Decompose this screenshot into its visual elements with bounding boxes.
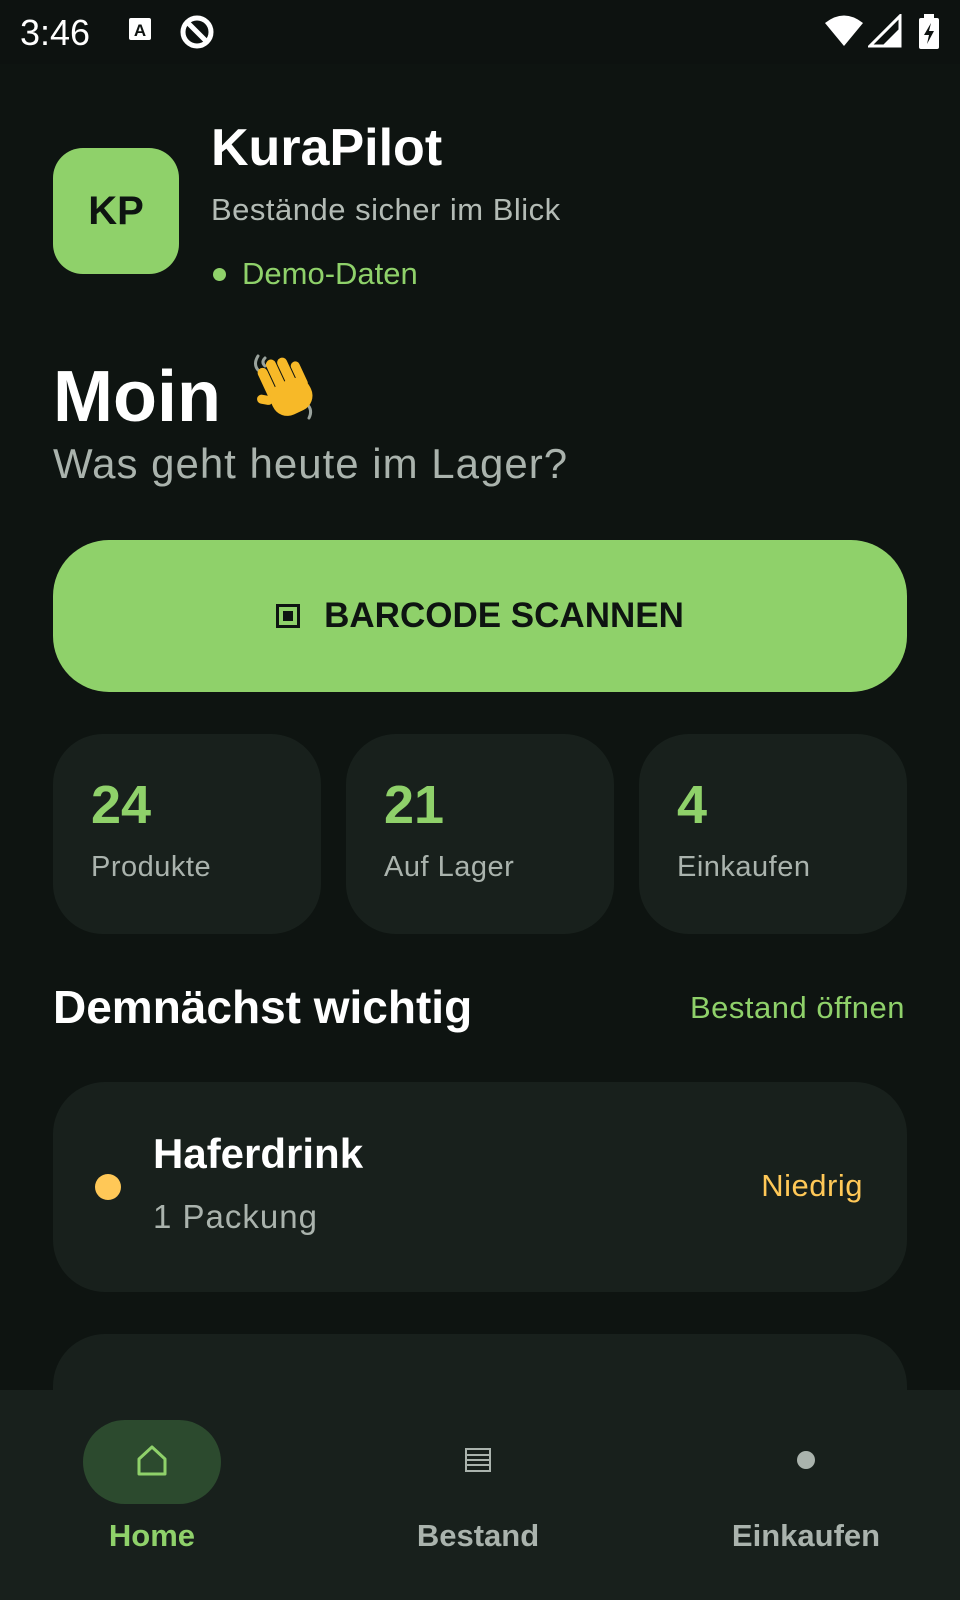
nav-inventory-label: Bestand [416, 1518, 540, 1553]
list-icon [463, 1445, 493, 1480]
barcode-scan-label: BARCODE SCANNEN [324, 596, 684, 635]
nav-home-label: Home [108, 1518, 196, 1553]
demo-data-label: Demo-Daten [242, 256, 418, 291]
svg-text:A: A [134, 21, 146, 40]
wifi-icon [824, 14, 864, 53]
stat-label: Einkaufen [677, 851, 811, 883]
nav-inventory[interactable]: Bestand [358, 1420, 598, 1570]
list-item[interactable]: Haferdrink 1 Packung Niedrig [53, 1082, 907, 1292]
nav-home-pill [83, 1420, 221, 1504]
nav-home[interactable]: Home [32, 1420, 272, 1570]
no-sync-icon [178, 14, 216, 55]
stat-card-shopping: 4 Einkaufen [639, 734, 907, 934]
dot-icon [795, 1449, 817, 1476]
app-subtitle: Bestände sicher im Blick [211, 192, 561, 227]
app-title: KuraPilot [211, 119, 443, 177]
app-logo: KP [53, 148, 179, 274]
status-dot-icon [95, 1174, 121, 1200]
signal-icon [866, 12, 902, 53]
battery-charging-icon [918, 14, 940, 55]
nav-inventory-pill [409, 1420, 547, 1504]
demo-data-badge: Demo-Daten [211, 256, 418, 292]
bottom-navigation: Home Bestand Einkaufen [0, 1390, 960, 1600]
nav-shopping-label: Einkaufen [731, 1518, 881, 1553]
greeting: Moin [53, 348, 325, 445]
stat-value: 24 [91, 775, 152, 835]
stat-card-products: 24 Produkte [53, 734, 321, 934]
stat-card-in-stock: 21 Auf Lager [346, 734, 614, 934]
nav-shopping[interactable]: Einkaufen [686, 1420, 926, 1570]
home-icon [135, 1443, 169, 1482]
status-dot-icon [213, 267, 226, 281]
status-time: 3:46 [20, 12, 91, 53]
open-inventory-link[interactable]: Bestand öffnen [690, 990, 905, 1026]
waving-hand-icon [245, 348, 325, 445]
status-bar: 3:46 A [0, 0, 960, 64]
greeting-question: Was geht heute im Lager? [53, 440, 569, 487]
nav-shopping-pill [737, 1420, 875, 1504]
stat-value: 4 [677, 775, 708, 835]
stat-label: Produkte [91, 851, 212, 883]
greeting-title: Moin [53, 356, 221, 437]
stat-label: Auf Lager [384, 851, 515, 883]
item-status: Niedrig [761, 1168, 863, 1203]
stat-value: 21 [384, 775, 445, 835]
section-title: Demnächst wichtig [53, 981, 473, 1033]
text-a-icon: A [128, 14, 152, 51]
barcode-scan-icon [276, 604, 301, 628]
item-quantity: 1 Packung [153, 1198, 318, 1235]
item-name: Haferdrink [153, 1130, 364, 1177]
barcode-scan-button[interactable]: BARCODE SCANNEN [53, 540, 907, 692]
